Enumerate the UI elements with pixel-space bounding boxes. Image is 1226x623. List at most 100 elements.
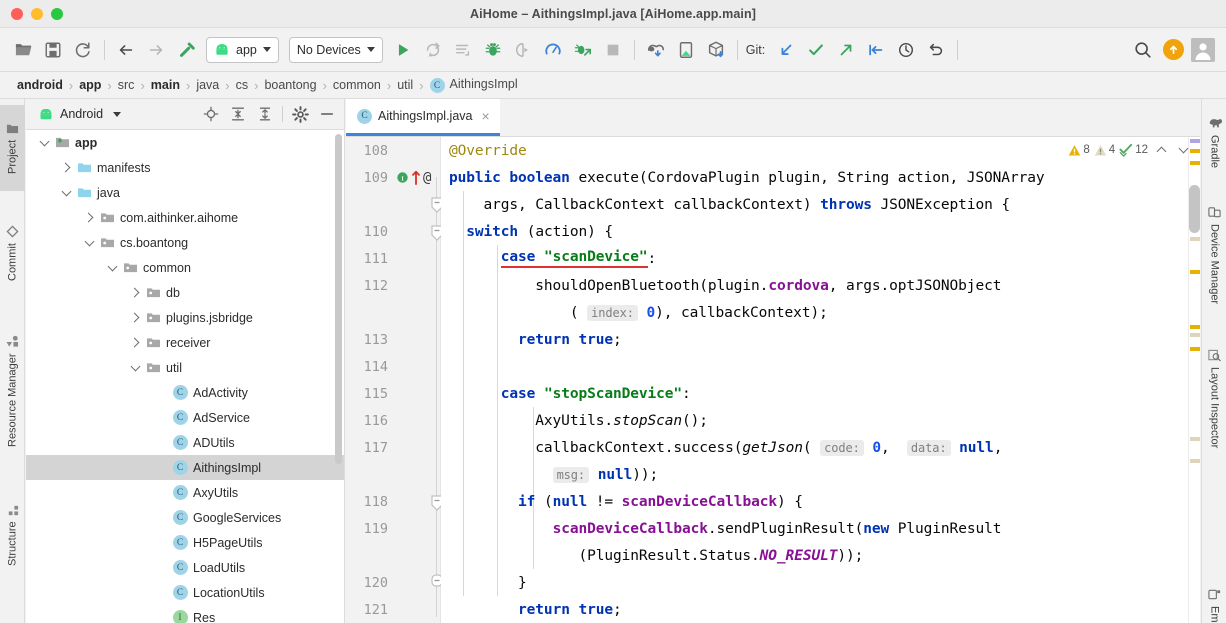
stripe-mark[interactable]	[1190, 161, 1200, 165]
history-icon[interactable]	[891, 35, 921, 65]
collapse-all-icon[interactable]	[252, 102, 278, 126]
tree-row-com-aithinker-aihome[interactable]: com.aithinker.aihome	[26, 205, 344, 230]
account-avatar-icon[interactable]	[1188, 35, 1218, 65]
breadcrumb-item-java[interactable]: java	[191, 78, 224, 92]
breadcrumb-item-aithingsimpl[interactable]: C AithingsImpl	[425, 77, 523, 94]
sidebar-item-emulator[interactable]: Em	[1202, 587, 1226, 623]
breadcrumb-item-boantong[interactable]: boantong	[259, 78, 321, 92]
stripe-mark[interactable]	[1190, 325, 1200, 329]
stripe-mark[interactable]	[1190, 459, 1200, 463]
tree-row-db[interactable]: db	[26, 280, 344, 305]
tree-row-receiver[interactable]: receiver	[26, 330, 344, 355]
open-folder-icon[interactable]	[8, 35, 38, 65]
project-tree-scrollbar[interactable]	[335, 134, 342, 464]
tree-row-googleservices[interactable]: C GoogleServices	[26, 505, 344, 530]
avd-manager-icon[interactable]	[641, 35, 671, 65]
select-opened-file-icon[interactable]	[198, 102, 224, 126]
stripe-mark[interactable]	[1190, 437, 1200, 441]
tree-row-res[interactable]: I Res	[26, 605, 344, 623]
breadcrumb-item-main[interactable]: main	[146, 78, 185, 92]
inspection-widget[interactable]: 8 4 12	[1068, 143, 1192, 157]
sidebar-item-commit[interactable]: Commit	[0, 209, 25, 297]
warning-count[interactable]: 8	[1068, 144, 1090, 157]
device-selector[interactable]: No Devices	[288, 36, 383, 63]
commit-icon[interactable]	[801, 35, 831, 65]
editor-error-stripe[interactable]	[1188, 137, 1200, 623]
project-tree[interactable]: app manifests java com.aithinker.aihome …	[26, 130, 344, 623]
tree-row-app[interactable]: app	[26, 130, 344, 155]
chevron-right-icon[interactable]	[81, 205, 97, 230]
sidebar-item-structure[interactable]: Structure	[0, 487, 25, 583]
breadcrumb-item-android[interactable]: android	[12, 78, 68, 92]
update-project-icon[interactable]	[771, 35, 801, 65]
chevron-down-icon[interactable]	[81, 230, 97, 255]
sync-icon[interactable]	[68, 35, 98, 65]
editor-tab-aithingsimpl[interactable]: C AithingsImpl.java ×	[346, 99, 500, 136]
tree-row-adservice[interactable]: C AdService	[26, 405, 344, 430]
chevron-up-icon[interactable]	[1152, 145, 1170, 157]
tree-row-manifests[interactable]: manifests	[26, 155, 344, 180]
chevron-right-icon[interactable]	[58, 155, 74, 180]
stripe-mark[interactable]	[1190, 270, 1200, 274]
settings-gear-icon[interactable]	[287, 102, 313, 126]
build-hammer-icon[interactable]	[171, 35, 201, 65]
code-text-area[interactable]: 8 4 12 @Override public boolean execute(…	[441, 137, 1200, 623]
update-available-icon[interactable]	[1158, 35, 1188, 65]
debug-attach-icon[interactable]	[568, 35, 598, 65]
override-arrow-icon[interactable]	[411, 170, 421, 185]
tree-row-plugins-jsbridge[interactable]: plugins.jsbridge	[26, 305, 344, 330]
tree-row-loadutils[interactable]: C LoadUtils	[26, 555, 344, 580]
tree-row-axyutils[interactable]: C AxyUtils	[26, 480, 344, 505]
run-configuration-selector[interactable]: app	[206, 36, 279, 63]
run-icon[interactable]	[388, 35, 418, 65]
attach-debugger-icon[interactable]	[508, 35, 538, 65]
forward-arrow-icon[interactable]	[141, 35, 171, 65]
sidebar-item-resource-manager[interactable]: Resource Manager	[0, 311, 25, 471]
chevron-right-icon[interactable]	[127, 305, 143, 330]
chevron-down-icon[interactable]	[58, 180, 74, 205]
weak-warning-count[interactable]: 4	[1094, 144, 1115, 157]
tree-row-adactivity[interactable]: C AdActivity	[26, 380, 344, 405]
tree-row-common[interactable]: common	[26, 255, 344, 280]
chevron-down-icon[interactable]	[1174, 143, 1192, 154]
chevron-right-icon[interactable]	[127, 280, 143, 305]
inspection-ok-count[interactable]: 12	[1119, 143, 1148, 157]
chevron-down-icon[interactable]	[104, 255, 120, 280]
editor-gutter[interactable]: 108 109 I @ 110 111 112 113 114 115 116 …	[346, 137, 443, 623]
chevron-down-icon[interactable]	[36, 130, 52, 155]
apply-code-changes-icon[interactable]: A	[418, 35, 448, 65]
rollback-icon[interactable]	[921, 35, 951, 65]
stripe-mark[interactable]	[1190, 333, 1200, 337]
sidebar-item-project[interactable]: Project	[0, 105, 25, 191]
chevron-down-icon[interactable]	[127, 355, 143, 380]
apply-changes-restart-icon[interactable]	[448, 35, 478, 65]
save-all-icon[interactable]	[38, 35, 68, 65]
editor-scrollbar-thumb[interactable]	[1189, 185, 1200, 233]
stripe-mark[interactable]	[1190, 237, 1200, 241]
hide-panel-icon[interactable]	[314, 102, 340, 126]
tree-row-h5pageutils[interactable]: C H5PageUtils	[26, 530, 344, 555]
breadcrumb-item-cs[interactable]: cs	[231, 78, 254, 92]
chevron-right-icon[interactable]	[127, 330, 143, 355]
breadcrumb-item-common[interactable]: common	[328, 78, 386, 92]
tree-row-adutils[interactable]: C ADUtils	[26, 430, 344, 455]
tree-row-util[interactable]: util	[26, 355, 344, 380]
implemented-method-icon[interactable]: I	[396, 171, 409, 184]
tree-row-java[interactable]: java	[26, 180, 344, 205]
breadcrumb-item-app[interactable]: app	[74, 78, 106, 92]
sdk-manager-icon[interactable]	[701, 35, 731, 65]
back-arrow-icon[interactable]	[111, 35, 141, 65]
tree-row-cs-boantong[interactable]: cs.boantong	[26, 230, 344, 255]
sidebar-item-gradle[interactable]: Gradle	[1202, 103, 1226, 181]
code-editor[interactable]: 108 109 I @ 110 111 112 113 114 115 116 …	[346, 137, 1200, 623]
search-icon[interactable]	[1128, 35, 1158, 65]
rebase-icon[interactable]	[861, 35, 891, 65]
device-manager-icon[interactable]	[671, 35, 701, 65]
sidebar-item-layout-inspector[interactable]: Layout Inspector	[1202, 329, 1226, 469]
stripe-mark[interactable]	[1190, 347, 1200, 351]
breadcrumb-item-src[interactable]: src	[113, 78, 140, 92]
debug-icon[interactable]	[478, 35, 508, 65]
tree-row-aithingsimpl[interactable]: C AithingsImpl	[26, 455, 344, 480]
expand-all-icon[interactable]	[225, 102, 251, 126]
sidebar-item-device-manager[interactable]: Device Manager	[1202, 191, 1226, 319]
